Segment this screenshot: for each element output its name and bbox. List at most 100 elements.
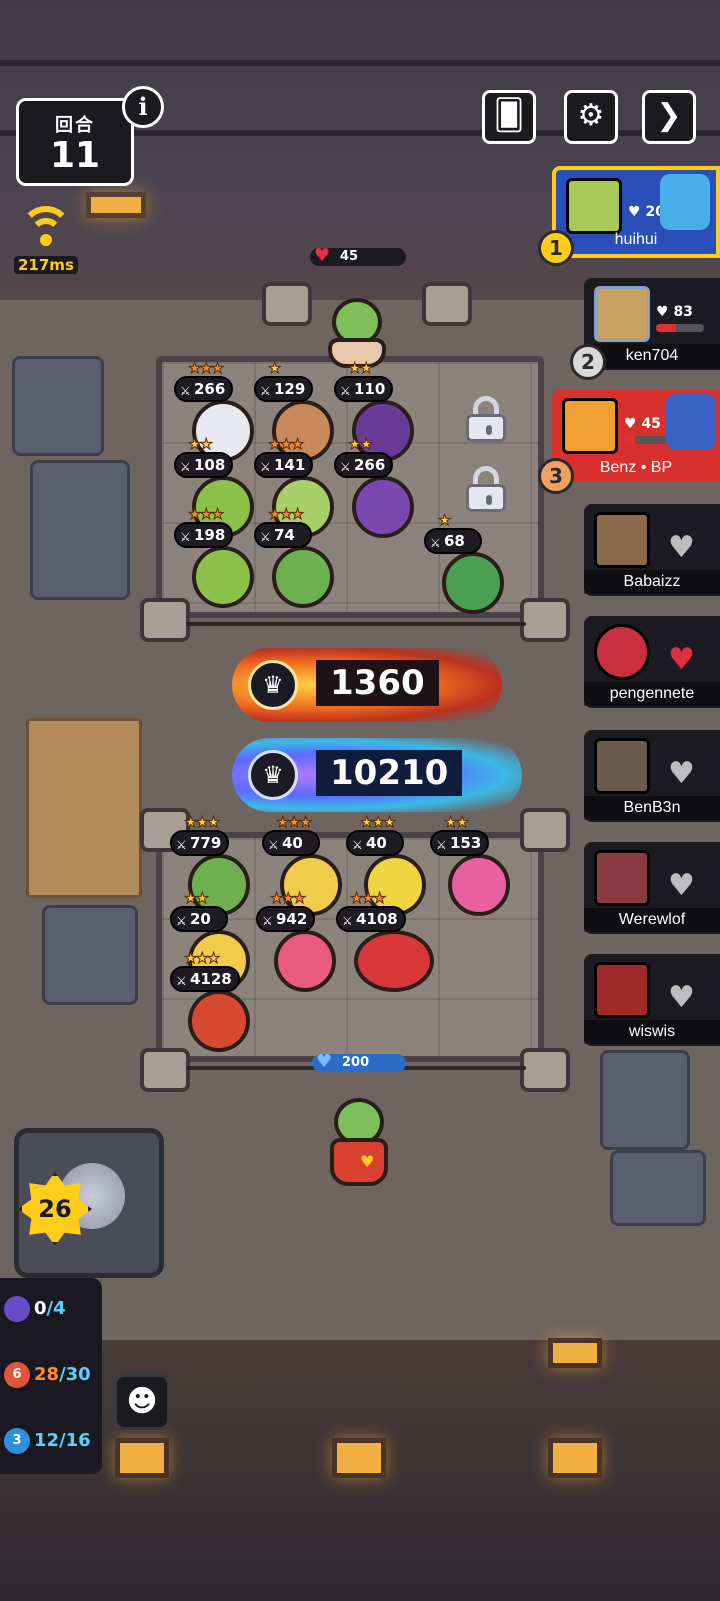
player-unit[interactable]: ★★★ ⚔ 942	[256, 890, 342, 1000]
player-portrait	[594, 286, 650, 342]
player-unit[interactable]: ★★★ ⚔ 4108	[336, 890, 434, 1000]
window	[86, 192, 146, 218]
heart-icon: ♥	[316, 1051, 333, 1072]
player-portrait	[566, 178, 622, 234]
enemy-unit[interactable]: ★★ ⚔ 266	[334, 436, 420, 546]
broken-heart-icon: ♥	[668, 868, 695, 903]
player-portrait	[594, 624, 650, 680]
metal-plate	[12, 356, 104, 456]
gear-icon: ⚙	[577, 98, 605, 133]
unit-count-icon: 6	[4, 1362, 30, 1388]
player-hero-avatar: ♥	[324, 1098, 394, 1188]
enemy-hp-bar: ♥ 45	[310, 246, 406, 266]
unit-power-badge: ⚔ 74	[254, 522, 312, 548]
enemy-damage-burst: ♛ 1360	[232, 648, 502, 722]
broken-heart-icon: ♥	[668, 980, 695, 1015]
resource-row: 3 12/16	[4, 1424, 91, 1458]
unit-power-badge: ⚔ 40	[346, 830, 404, 856]
unit-power-badge: ⚔ 108	[174, 452, 234, 478]
sword-icon: ⚔	[176, 974, 187, 988]
player-card-eliminated[interactable]: ♥ BenB3n	[584, 730, 720, 822]
metal-plate	[42, 905, 138, 1005]
unit-power-badge: ⚔ 68	[424, 528, 482, 554]
window	[548, 1438, 602, 1478]
rank-medal: 1	[538, 230, 574, 266]
lock-icon	[464, 466, 508, 512]
player-portrait	[594, 850, 650, 906]
unit-power-badge: ⚔ 4108	[336, 906, 406, 932]
unit-power-badge: ⚔ 20	[170, 906, 228, 932]
player-portrait	[594, 512, 650, 568]
pillar	[262, 282, 312, 326]
star-rating: ★★	[184, 889, 210, 907]
wifi-icon	[18, 206, 74, 262]
pillar	[520, 598, 570, 642]
star-rating: ★★★	[267, 505, 304, 523]
lock-icon	[464, 396, 508, 442]
unit-power-badge: ⚔ 266	[174, 376, 234, 402]
player-hp-bar: ♥ 200	[312, 1051, 406, 1072]
player-unit[interactable]: ★★★ ⚔ 4128	[170, 950, 256, 1060]
enemy-unit[interactable]: ★ ⚔ 68	[424, 512, 510, 622]
player-card-eliminated[interactable]: ♥ pengennete	[584, 616, 720, 708]
player-portrait	[594, 962, 650, 1018]
star-rating: ★★★	[349, 889, 386, 907]
heart-icon: ♥	[624, 416, 637, 432]
player-card-3[interactable]: ♥ 45 Benz • BP	[552, 390, 720, 482]
star-rating: ★★★	[187, 359, 224, 377]
sword-icon: ⚔	[260, 384, 271, 398]
resource-panel: 0/4 6 28/30 3 12/16	[0, 1278, 102, 1474]
next-button[interactable]: ❯	[642, 90, 696, 144]
unit-power-badge: ⚔ 110	[334, 376, 394, 402]
opponent-avatar	[666, 394, 716, 450]
pillar	[520, 1048, 570, 1092]
next-icon: ❯	[656, 98, 682, 133]
rank-medal: 3	[538, 458, 574, 494]
broken-heart-icon: ♥	[668, 642, 695, 677]
unit-power-badge: ⚔ 779	[170, 830, 230, 856]
player-unit[interactable]: ★★ ⚔ 153	[430, 814, 516, 924]
sword-icon: ⚔	[352, 838, 363, 852]
cards-icon: 🂠	[493, 98, 525, 133]
resource-row: 0/4	[4, 1292, 66, 1326]
unit-power-badge: ⚔ 198	[174, 522, 234, 548]
player-card-eliminated[interactable]: ♥ Werewlof	[584, 842, 720, 934]
window	[115, 1438, 169, 1478]
settings-button[interactable]: ⚙	[564, 90, 618, 144]
metal-plate	[610, 1150, 706, 1226]
sword-icon: ⚔	[260, 460, 271, 474]
player-portrait	[562, 398, 618, 454]
enemy-unit[interactable]: ★★★ ⚔ 74	[254, 506, 340, 616]
emote-button[interactable]: ☻	[114, 1374, 170, 1430]
pillar	[422, 282, 472, 326]
unit-power-badge: ⚔ 266	[334, 452, 394, 478]
opponent-avatar	[660, 174, 710, 230]
player-card-eliminated[interactable]: ♥ wiswis	[584, 954, 720, 1046]
sword-icon: ⚔	[180, 530, 191, 544]
unit-power-badge: ⚔ 40	[262, 830, 320, 856]
resource-row: 6 28/30	[4, 1358, 91, 1392]
info-button[interactable]: i	[122, 86, 164, 128]
star-rating: ★★	[444, 813, 470, 831]
metal-plate	[30, 460, 130, 600]
orb-icon	[4, 1296, 30, 1322]
sword-icon: ⚔	[340, 384, 351, 398]
sword-icon: ⚔	[180, 460, 191, 474]
crown-icon: ♛	[248, 750, 298, 800]
cards-button[interactable]: 🂠	[482, 90, 536, 144]
player-card-eliminated[interactable]: ♥ Babaizz	[584, 504, 720, 596]
star-rating: ★★★	[183, 813, 220, 831]
sword-icon: ⚔	[430, 536, 441, 550]
sword-icon: ⚔	[342, 914, 353, 928]
heart-icon: ♥	[656, 304, 669, 320]
player-portrait	[594, 738, 650, 794]
enemy-unit[interactable]: ★★★ ⚔ 198	[174, 506, 260, 616]
star-rating: ★★★	[269, 889, 306, 907]
star-rating: ★★★	[359, 813, 396, 831]
pillar	[520, 808, 570, 852]
sword-icon: ⚔	[180, 384, 191, 398]
roof-line	[0, 60, 720, 66]
player-card-1[interactable]: ♥ 200 huihui	[552, 166, 720, 258]
sword-icon: ⚔	[176, 914, 187, 928]
chain	[186, 622, 526, 626]
